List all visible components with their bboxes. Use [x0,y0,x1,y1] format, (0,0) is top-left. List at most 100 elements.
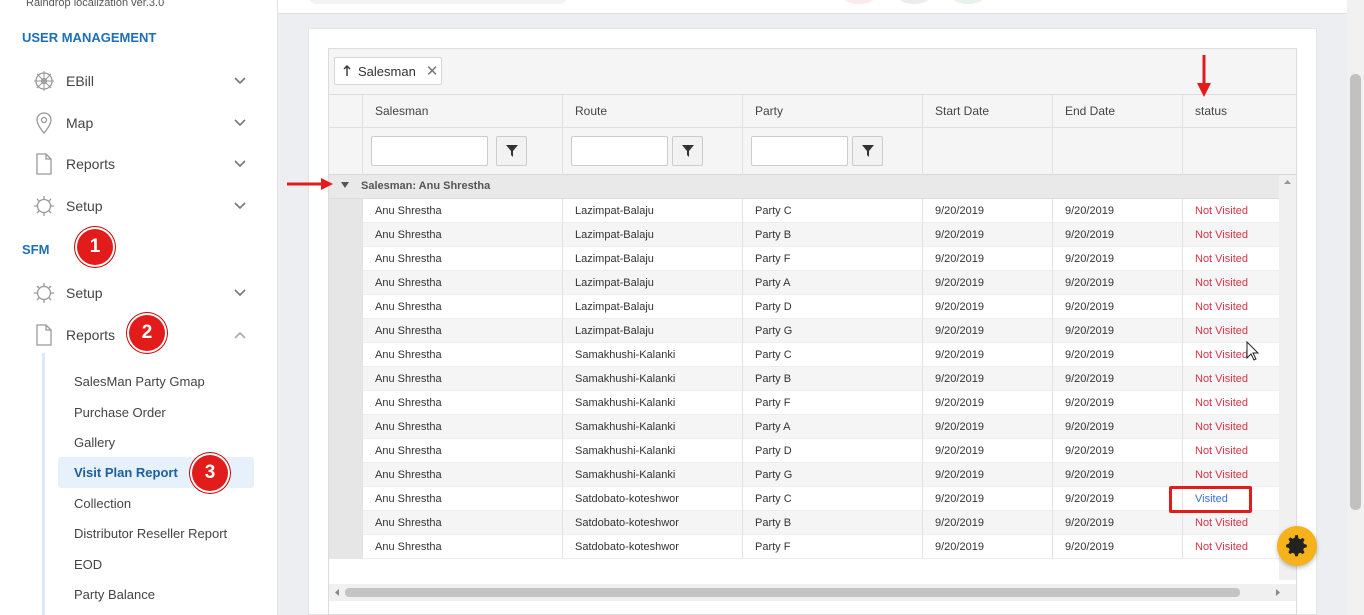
annotation-arrow-status [1197,55,1211,97]
table-row[interactable]: Anu Shrestha Satdobato-koteshwor Party B 9/… [329,511,1279,535]
wheel-icon [30,67,58,95]
column-header-start-date[interactable]: Start Date [922,95,1052,128]
column-header-end-date[interactable]: End Date [1052,95,1182,128]
table-row[interactable]: Anu Shrestha Samakhushi-Kalanki Party B 9/2… [329,367,1279,391]
column-header-route[interactable]: Route [562,95,742,128]
table-row[interactable]: Anu Shrestha Samakhushi-Kalanki Party D 9/2… [329,439,1279,463]
cell-start-date: 9/20/2019 [922,295,1052,319]
cell-salesman: Anu Shrestha [362,415,562,439]
cell-route: Lazimpat-Balaju [562,295,742,319]
scroll-right-icon[interactable] [1273,584,1283,601]
table-row[interactable]: Anu Shrestha Lazimpat-Balaju Party A 9/20/2… [329,271,1279,295]
sub-item-collection[interactable]: Collection [74,496,131,511]
sub-item-eod[interactable]: EOD [74,557,102,572]
cell-route: Satdobato-koteshwor [562,487,742,511]
cell-status: Not Visited [1182,319,1280,343]
column-header-party[interactable]: Party [742,95,922,128]
cell-end-date: 9/20/2019 [1052,439,1182,463]
cell-end-date: 9/20/2019 [1052,463,1182,487]
salesman-filter-input[interactable] [371,136,488,166]
filter-button[interactable] [496,136,527,166]
filter-cell-party [742,128,922,175]
cell-start-date: 9/20/2019 [922,511,1052,535]
sidebar-item-map[interactable]: Map [30,108,248,138]
table-row[interactable]: Anu Shrestha Samakhushi-Kalanki Party G 9/2… [329,463,1279,487]
header-action-icon[interactable] [950,0,986,4]
collapse-triangle-icon[interactable] [341,182,349,188]
sidebar-item-sfm-setup[interactable]: Setup [30,278,248,308]
page-scrollbar-thumb[interactable] [1350,74,1361,510]
table-row[interactable]: Anu Shrestha Samakhushi-Kalanki Party A 9/2… [329,415,1279,439]
header-spacer [329,95,362,128]
row-indent [329,487,362,511]
scroll-up-icon[interactable] [1279,177,1296,187]
annotation-badge-3: 3 [192,455,228,491]
cell-status: Not Visited [1182,391,1280,415]
table-row[interactable]: Anu Shrestha Lazimpat-Balaju Party G 9/20/2… [329,319,1279,343]
cell-party: Party F [742,391,922,415]
cell-end-date: 9/20/2019 [1052,343,1182,367]
table-row[interactable]: Anu Shrestha Lazimpat-Balaju Party C 9/20/2… [329,199,1279,223]
cell-salesman: Anu Shrestha [362,319,562,343]
table-row[interactable]: Anu Shrestha Satdobato-koteshwor Party F 9/… [329,535,1279,559]
header-action-icon[interactable] [841,0,877,4]
cell-end-date: 9/20/2019 [1052,511,1182,535]
table-row[interactable]: Anu Shrestha Lazimpat-Balaju Party B 9/20/2… [329,223,1279,247]
table-row[interactable]: Anu Shrestha Satdobato-koteshwor Party C 9/… [329,487,1279,511]
table-row[interactable]: Anu Shrestha Samakhushi-Kalanki Party C 9/2… [329,343,1279,367]
table-row[interactable]: Anu Shrestha Lazimpat-Balaju Party D 9/20/2… [329,295,1279,319]
filter-button[interactable] [672,136,703,166]
page-scrollbar[interactable] [1347,0,1364,615]
grid-rows: Anu Shrestha Lazimpat-Balaju Party C 9/20/2… [329,199,1279,559]
header-action-icon[interactable] [896,0,932,4]
scrollbar-thumb[interactable] [345,588,1240,597]
cell-salesman: Anu Shrestha [362,463,562,487]
group-row[interactable]: Salesman: Anu Shrestha [329,175,1279,199]
sub-item-purchase-order[interactable]: Purchase Order [74,405,166,420]
cell-route: Lazimpat-Balaju [562,199,742,223]
cell-route: Samakhushi-Kalanki [562,415,742,439]
scroll-left-icon[interactable] [332,584,342,601]
cell-start-date: 9/20/2019 [922,367,1052,391]
sidebar-item-label: Setup [66,285,103,301]
sub-item-visit-plan-report[interactable]: Visit Plan Report [74,465,178,480]
cell-route: Lazimpat-Balaju [562,247,742,271]
filter-button[interactable] [852,136,883,166]
cell-end-date: 9/20/2019 [1052,247,1182,271]
cell-salesman: Anu Shrestha [362,439,562,463]
grid-vertical-scrollbar[interactable] [1279,175,1296,591]
row-indent [329,511,362,535]
cell-salesman: Anu Shrestha [362,511,562,535]
chevron-down-icon [232,198,248,214]
table-row[interactable]: Anu Shrestha Lazimpat-Balaju Party F 9/20/2… [329,247,1279,271]
search-bar[interactable] [308,0,568,4]
sub-item-distributor-reseller-report[interactable]: Distributor Reseller Report [74,526,227,541]
close-icon[interactable]: ✕ [426,62,439,80]
sub-item-party-balance[interactable]: Party Balance [74,587,155,602]
row-indent [329,295,362,319]
party-filter-input[interactable] [751,136,848,166]
column-header-salesman[interactable]: Salesman [362,95,562,128]
sidebar-item-reports[interactable]: Reports [30,149,248,179]
cell-salesman: Anu Shrestha [362,487,562,511]
grid-horizontal-scrollbar[interactable] [329,584,1296,601]
sidebar-item-ebill[interactable]: EBill [30,66,248,96]
cell-party: Party B [742,223,922,247]
sub-item-gallery[interactable]: Gallery [74,435,115,450]
document-icon [30,150,58,178]
annotation-highlight-visited [1169,486,1252,513]
table-row[interactable]: Anu Shrestha Samakhushi-Kalanki Party F 9/2… [329,391,1279,415]
cell-party: Party F [742,535,922,559]
cell-party: Party B [742,511,922,535]
route-filter-input[interactable] [571,136,668,166]
chevron-down-icon [232,115,248,131]
cell-start-date: 9/20/2019 [922,271,1052,295]
sidebar-item-setup[interactable]: Setup [30,191,248,221]
visit-plan-grid: Salesman ✕ Salesman Route Party Start Da… [328,48,1297,615]
settings-fab[interactable] [1277,526,1317,566]
sub-item-salesman-party-gmap[interactable]: SalesMan Party Gmap [74,374,205,389]
cell-party: Party G [742,463,922,487]
gear-icon [1284,533,1310,559]
group-chip-salesman[interactable]: Salesman ✕ [334,57,442,85]
cell-start-date: 9/20/2019 [922,199,1052,223]
